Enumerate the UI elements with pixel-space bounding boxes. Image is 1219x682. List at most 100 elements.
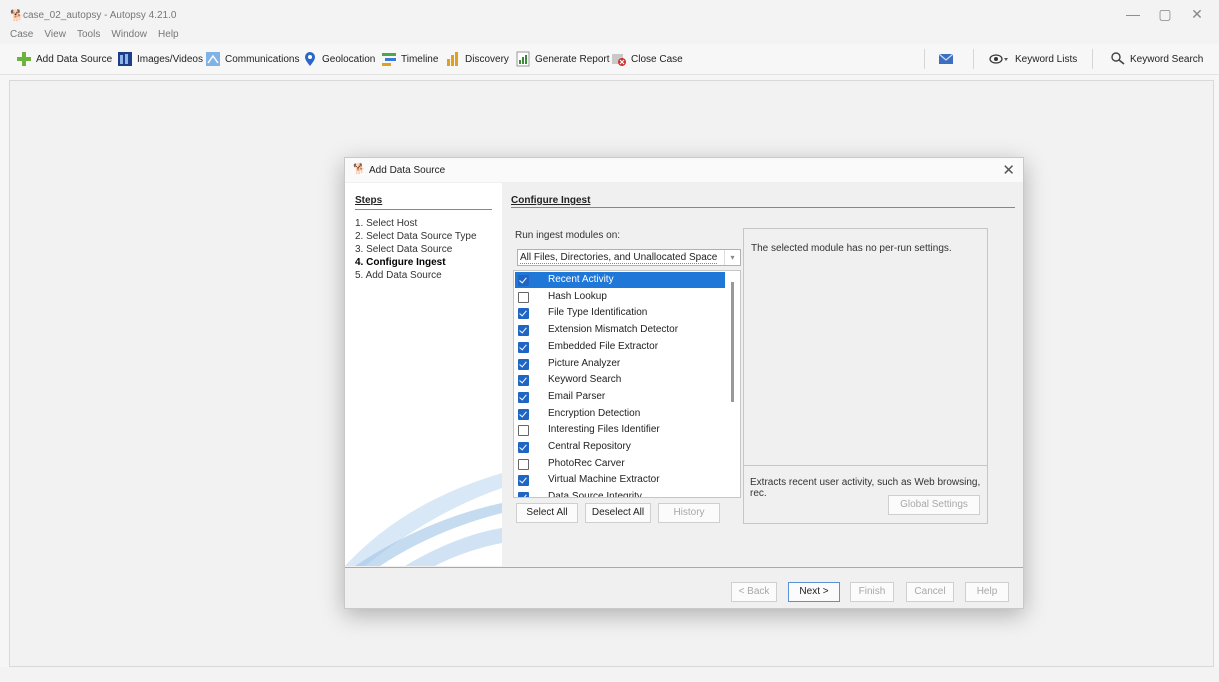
menu-tools[interactable]: Tools [77, 26, 100, 44]
module-checkbox[interactable] [518, 325, 529, 337]
generate-report-button[interactable]: Generate Report [515, 50, 610, 68]
module-name: Interesting Files Identifier [548, 424, 660, 436]
step-item: 3. Select Data Source [355, 244, 453, 255]
module-row[interactable]: Keyword Search [515, 372, 725, 388]
close-case-label: Close Case [631, 53, 683, 65]
keyword-lists-label: Keyword Lists [1015, 53, 1078, 65]
module-checkbox[interactable] [518, 408, 529, 420]
module-row[interactable]: Interesting Files Identifier [515, 422, 725, 438]
keyword-lists-button[interactable]: Keyword Lists [989, 50, 1077, 68]
menu-case[interactable]: Case [10, 26, 33, 44]
toolbar-divider [1092, 49, 1093, 69]
map-pin-icon [302, 51, 318, 67]
module-checkbox[interactable] [518, 475, 529, 487]
back-button[interactable]: < Back [731, 582, 777, 602]
autopsy-app-icon: 🐕 [10, 10, 24, 22]
generate-report-label: Generate Report [535, 53, 610, 65]
deselect-all-button[interactable]: Deselect All [585, 503, 651, 523]
module-row[interactable]: Embedded File Extractor [515, 339, 725, 355]
module-row[interactable]: Virtual Machine Extractor [515, 472, 725, 488]
timeline-button[interactable]: Timeline [381, 50, 438, 68]
module-checkbox[interactable] [518, 391, 529, 403]
module-checkbox[interactable] [518, 358, 529, 370]
messages-button[interactable] [938, 50, 958, 68]
minimize-button[interactable]: — [1118, 6, 1148, 22]
run-on-select[interactable]: All Files, Directories, and Unallocated … [517, 249, 741, 266]
finish-button[interactable]: Finish [850, 582, 894, 602]
module-row[interactable]: Data Source Integrity [515, 489, 725, 498]
help-button[interactable]: Help [965, 582, 1009, 602]
add-data-source-dialog: 🐕 Add Data Source ✕ Steps 1. Select Host… [344, 157, 1024, 609]
global-settings-button[interactable]: Global Settings [888, 495, 980, 515]
close-case-icon [611, 51, 627, 67]
menu-window[interactable]: Window [111, 26, 147, 44]
dialog-close-icon[interactable]: ✕ [1002, 161, 1015, 179]
film-icon [117, 51, 133, 67]
ingest-module-list[interactable]: Recent Activity Hash Lookup File Type Iden… [513, 270, 741, 498]
window-title: case_02_autopsy - Autopsy 4.21.0 [23, 10, 177, 21]
toolbar-divider [924, 49, 925, 69]
module-checkbox[interactable] [518, 375, 529, 387]
module-checkbox[interactable] [518, 341, 529, 353]
close-case-button[interactable]: Close Case [611, 50, 683, 68]
steps-heading: Steps [355, 195, 383, 206]
add-data-source-label: Add Data Source [36, 53, 113, 65]
envelope-icon [938, 51, 954, 67]
configure-ingest-divider [511, 207, 1015, 208]
module-name: Encryption Detection [548, 407, 641, 419]
toolbar-divider [973, 49, 974, 69]
module-name: Data Source Integrity [548, 491, 642, 498]
module-row[interactable]: Recent Activity [515, 272, 725, 288]
module-name: Virtual Machine Extractor [548, 474, 660, 486]
settings-divider [744, 465, 987, 466]
close-window-button[interactable]: ✕ [1182, 6, 1212, 23]
step-item: 2. Select Data Source Type [355, 231, 477, 242]
maximize-button[interactable]: ▢ [1150, 6, 1180, 23]
search-icon [1110, 51, 1126, 67]
run-on-label: Run ingest modules on: [515, 230, 621, 241]
step-item: 1. Select Host [355, 218, 418, 229]
module-row[interactable]: Central Repository [515, 439, 725, 455]
module-name: PhotoRec Carver [548, 457, 625, 469]
geolocation-button[interactable]: Geolocation [302, 50, 375, 68]
module-settings-panel: The selected module has no per-run setti… [743, 228, 988, 524]
dialog-title: Add Data Source [369, 165, 446, 176]
images-videos-button[interactable]: Images/Videos [117, 50, 203, 68]
module-checkbox[interactable] [518, 275, 529, 286]
select-all-button[interactable]: Select All [516, 503, 578, 523]
module-row[interactable]: Email Parser [515, 389, 725, 405]
communications-button[interactable]: Communications [205, 50, 299, 68]
module-checkbox[interactable] [518, 291, 529, 303]
module-row[interactable]: Hash Lookup [515, 289, 725, 305]
run-on-value: All Files, Directories, and Unallocated … [520, 252, 718, 264]
menu-bar: Case View Tools Window Help [0, 26, 1219, 44]
module-checkbox[interactable] [518, 442, 529, 453]
discovery-button[interactable]: Discovery [445, 50, 509, 68]
menu-view[interactable]: View [44, 26, 66, 44]
module-row[interactable]: Picture Analyzer [515, 356, 725, 372]
module-row[interactable]: File Type Identification [515, 305, 725, 321]
history-button[interactable]: History [658, 503, 720, 523]
add-data-source-button[interactable]: Add Data Source [16, 50, 112, 68]
keyword-search-button[interactable]: Keyword Search [1110, 50, 1203, 68]
module-checkbox[interactable] [518, 425, 529, 437]
module-name: Embedded File Extractor [548, 340, 659, 352]
module-checkbox[interactable] [518, 458, 529, 470]
module-checkbox[interactable] [518, 492, 529, 497]
module-checkbox[interactable] [518, 308, 529, 320]
module-row[interactable]: Extension Mismatch Detector [515, 322, 725, 338]
module-row[interactable]: Encryption Detection [515, 406, 725, 422]
step-item: 5. Add Data Source [355, 270, 442, 281]
status-bar [0, 667, 1219, 682]
communications-label: Communications [225, 53, 300, 65]
cancel-button[interactable]: Cancel [906, 582, 954, 602]
module-name: Hash Lookup [548, 290, 607, 302]
steps-panel: Steps 1. Select Host 2. Select Data Sour… [345, 183, 502, 566]
steps-divider [355, 209, 492, 210]
main-toolbar: Add Data Source Images/Videos Communicat… [0, 44, 1219, 75]
module-list-scrollbar[interactable] [731, 282, 734, 402]
next-button[interactable]: Next > [788, 582, 840, 602]
discovery-label: Discovery [465, 53, 509, 65]
menu-help[interactable]: Help [158, 26, 179, 44]
module-row[interactable]: PhotoRec Carver [515, 456, 725, 472]
